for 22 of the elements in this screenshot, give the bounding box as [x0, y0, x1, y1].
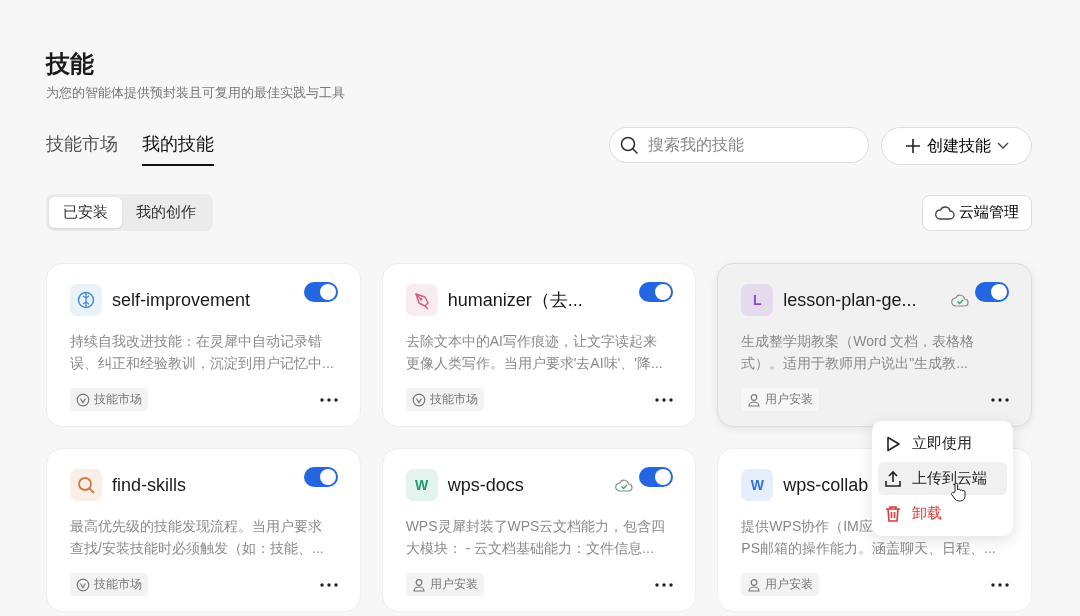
source-tag: 技能市场	[70, 573, 148, 596]
skill-name: find-skills	[112, 474, 186, 496]
skill-name: humanizer（去...	[447, 289, 583, 312]
source-tag: 用户安装	[405, 573, 484, 596]
skill-icon: W	[741, 469, 774, 501]
source-tag: 用户安装	[741, 573, 820, 596]
source-tag: 技能市场	[70, 388, 148, 411]
skill-name: wps-collab	[783, 474, 869, 496]
skill-name: lesson-plan-ge...	[783, 289, 917, 311]
skill-description: 最高优先级的技能发现流程。当用户要求 查找/安装技能时必须触发（如：技能、...	[70, 517, 325, 558]
skill-icon: W	[405, 469, 438, 501]
skill-name: self-improvement	[112, 289, 251, 311]
page-title: 技能	[46, 49, 95, 79]
skill-icon: L	[741, 284, 774, 316]
skill-description: 持续自我改进技能：在灵犀中自动记录错 误、纠正和经验教训，沉淀到用户记忆中...	[70, 332, 335, 373]
skill-description: 去除文本中的AI写作痕迹，让文字读起来 更像人类写作。当用户要求'去AI味'、'降...	[405, 332, 664, 373]
skill-description: WPS灵犀封装了WPS云文档能力，包含四 大模块： - 云文档基础能力：文件信息...	[405, 517, 667, 558]
skill-name: wps-docs	[447, 474, 524, 496]
page-subtitle: 为您的智能体提供预封装且可复用的最佳实践与工具	[46, 84, 346, 102]
source-tag: 用户安装	[741, 388, 820, 411]
skill-description: 生成整学期教案（Word 文档，表格格 式）。适用于教师用户说出"生成教...	[741, 332, 976, 373]
source-tag: 技能市场	[405, 388, 484, 411]
